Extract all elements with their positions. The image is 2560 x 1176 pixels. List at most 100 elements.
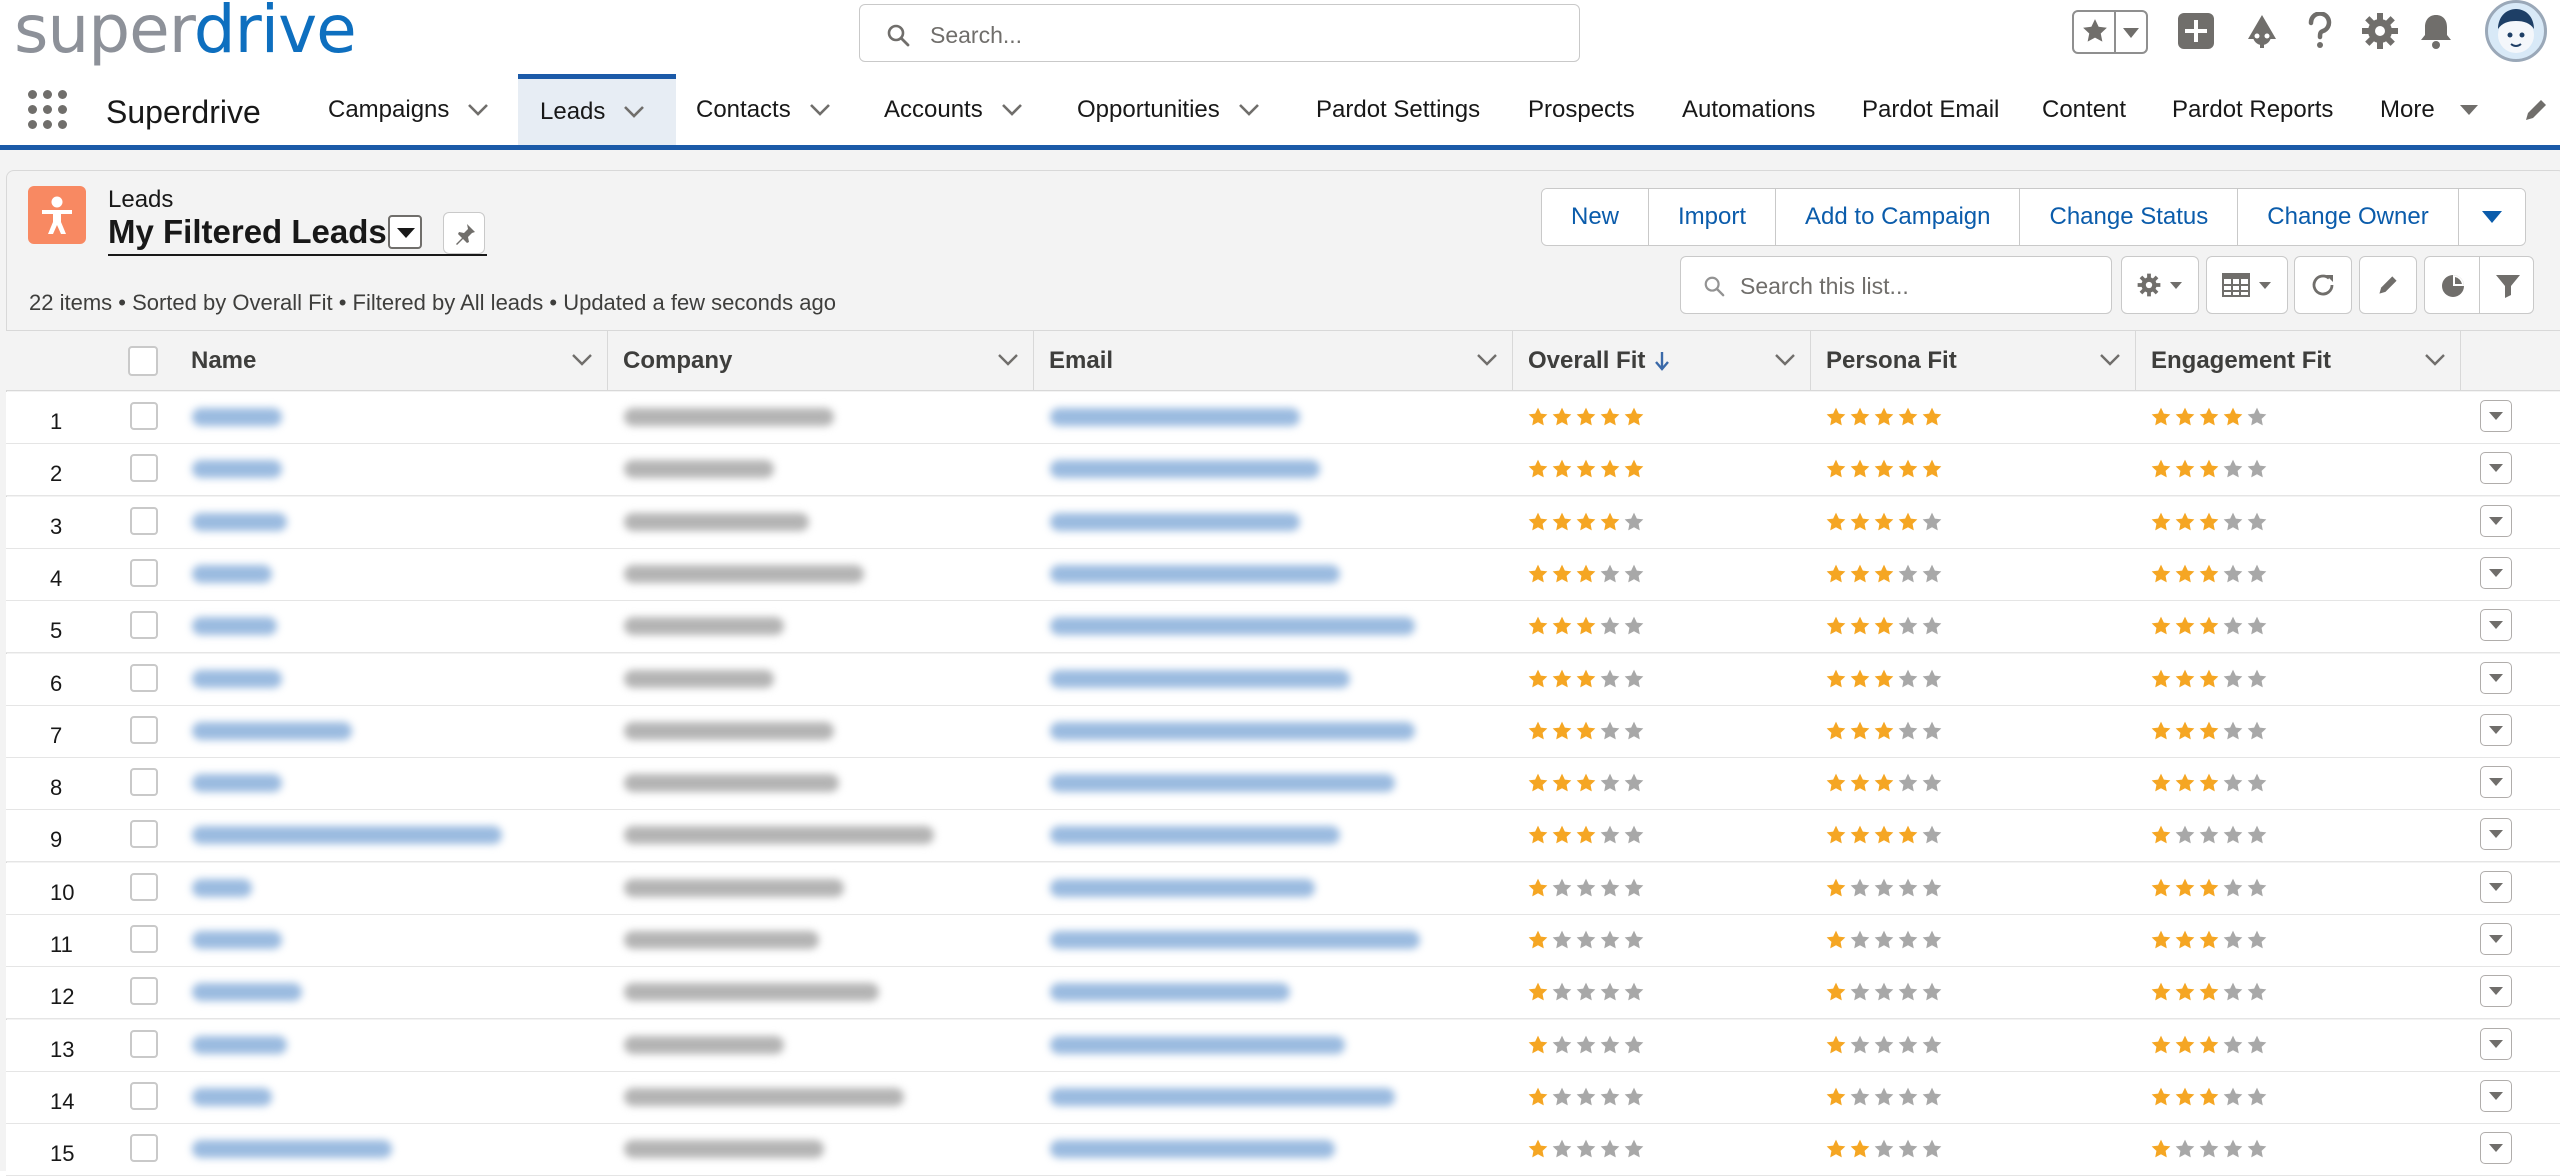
column-header-overall-fit[interactable]: Overall Fit — [1513, 331, 1811, 391]
row-checkbox[interactable] — [130, 1081, 158, 1110]
chevron-down-icon[interactable] — [1774, 353, 1796, 367]
row-checkbox[interactable] — [130, 715, 158, 744]
email-link[interactable] — [1050, 1035, 1345, 1054]
chevron-down-icon[interactable] — [571, 353, 593, 367]
caret-down-icon[interactable] — [2459, 104, 2479, 116]
user-avatar[interactable] — [2485, 0, 2547, 62]
table-row[interactable]: 4 — [6, 548, 2560, 601]
column-header-name[interactable]: Name — [176, 331, 608, 391]
nav-item-automations[interactable]: Automations — [1682, 74, 1815, 145]
global-search-input[interactable]: Search... — [859, 4, 1580, 62]
email-link[interactable] — [1050, 617, 1415, 636]
row-checkbox[interactable] — [130, 663, 158, 692]
row-checkbox[interactable] — [130, 925, 158, 953]
add-icon[interactable] — [2177, 12, 2215, 50]
table-row[interactable]: 12 — [6, 967, 2560, 1020]
row-actions-button[interactable] — [2480, 661, 2512, 694]
notification-bell-icon[interactable] — [2418, 12, 2454, 50]
lead-name-link[interactable] — [192, 774, 282, 793]
lead-name-link[interactable] — [192, 1035, 287, 1054]
row-actions-button[interactable] — [2480, 975, 2512, 1008]
row-checkbox[interactable] — [130, 768, 158, 797]
table-row[interactable]: 14 — [6, 1071, 2560, 1124]
gear-icon[interactable] — [2361, 12, 2399, 50]
nav-item-campaigns[interactable]: Campaigns — [328, 74, 489, 145]
email-link[interactable] — [1050, 512, 1300, 531]
row-actions-button[interactable] — [2480, 870, 2512, 903]
table-row[interactable]: 6 — [6, 653, 2560, 706]
edit-nav-pencil-icon[interactable] — [2522, 96, 2550, 124]
chevron-down-icon[interactable] — [1238, 103, 1260, 117]
table-row[interactable]: 5 — [6, 601, 2560, 654]
table-row[interactable]: 9 — [6, 810, 2560, 863]
email-link[interactable] — [1050, 983, 1290, 1002]
favorites-button[interactable] — [2072, 10, 2148, 54]
column-header-company[interactable]: Company — [608, 331, 1034, 391]
lead-name-link[interactable] — [192, 826, 502, 845]
nav-item-content[interactable]: Content — [2042, 74, 2126, 145]
select-all-checkbox[interactable] — [128, 346, 158, 376]
add-to-campaign-button[interactable]: Add to Campaign — [1776, 189, 2021, 245]
lead-name-link[interactable] — [192, 408, 282, 426]
new-button[interactable]: New — [1542, 189, 1650, 245]
row-actions-button[interactable] — [2480, 556, 2512, 589]
lead-name-link[interactable] — [192, 1087, 272, 1106]
row-checkbox[interactable] — [130, 1134, 158, 1163]
chevron-down-icon[interactable] — [623, 105, 645, 119]
app-launcher-icon[interactable] — [28, 90, 68, 130]
nav-item-contacts[interactable]: Contacts — [696, 74, 831, 145]
table-row[interactable]: 1 — [6, 392, 2560, 444]
row-checkbox[interactable] — [130, 1029, 158, 1058]
pin-list-view-button[interactable] — [443, 212, 485, 254]
nav-item-pardot-email[interactable]: Pardot Email — [1862, 74, 1999, 145]
chevron-down-icon[interactable] — [467, 103, 489, 117]
nav-item-pardot-settings[interactable]: Pardot Settings — [1316, 74, 1480, 145]
row-checkbox[interactable] — [130, 611, 158, 640]
row-checkbox[interactable] — [130, 402, 158, 430]
nav-item-accounts[interactable]: Accounts — [884, 74, 1023, 145]
email-link[interactable] — [1050, 564, 1340, 583]
lead-name-link[interactable] — [192, 512, 287, 531]
email-link[interactable] — [1050, 669, 1350, 688]
email-link[interactable] — [1050, 1087, 1395, 1106]
table-row[interactable]: 11 — [6, 915, 2560, 967]
email-link[interactable] — [1050, 1140, 1335, 1159]
more-actions-button[interactable] — [2458, 189, 2525, 245]
nav-item-opportunities[interactable]: Opportunities — [1077, 74, 1260, 145]
column-header-persona-fit[interactable]: Persona Fit — [1811, 331, 2136, 391]
email-link[interactable] — [1050, 878, 1315, 897]
row-actions-button[interactable] — [2480, 818, 2512, 851]
chevron-down-icon[interactable] — [2099, 353, 2121, 367]
row-checkbox[interactable] — [130, 558, 158, 587]
chevron-down-icon[interactable] — [997, 353, 1019, 367]
email-link[interactable] — [1050, 826, 1340, 845]
lead-name-link[interactable] — [192, 564, 272, 583]
nav-item-more[interactable]: More — [2380, 74, 2479, 145]
column-header-engagement-fit[interactable]: Engagement Fit — [2136, 331, 2461, 391]
table-row[interactable]: 7 — [6, 705, 2560, 758]
lead-name-link[interactable] — [192, 1140, 392, 1159]
inline-edit-button[interactable] — [2359, 256, 2417, 314]
row-actions-button[interactable] — [2480, 400, 2512, 432]
import-button[interactable]: Import — [1649, 189, 1777, 245]
display-as-button[interactable] — [2206, 256, 2288, 314]
help-icon[interactable] — [2305, 12, 2335, 50]
row-actions-button[interactable] — [2480, 1079, 2512, 1112]
row-actions-button[interactable] — [2480, 923, 2512, 955]
table-row[interactable]: 8 — [6, 758, 2560, 811]
table-row[interactable]: 3 — [6, 496, 2560, 549]
row-checkbox[interactable] — [130, 454, 158, 483]
nav-item-prospects[interactable]: Prospects — [1528, 74, 1635, 145]
list-view-picker-button[interactable] — [388, 215, 422, 249]
row-checkbox[interactable] — [130, 506, 158, 535]
table-row[interactable]: 2 — [6, 444, 2560, 497]
pie-chart-icon[interactable] — [2440, 273, 2466, 299]
table-row[interactable]: 10 — [6, 862, 2560, 915]
email-link[interactable] — [1050, 408, 1300, 426]
lead-name-link[interactable] — [192, 878, 252, 897]
nav-item-leads[interactable]: Leads — [518, 74, 676, 145]
nav-item-pardot-reports[interactable]: Pardot Reports — [2172, 74, 2333, 145]
lead-name-link[interactable] — [192, 617, 277, 636]
row-checkbox[interactable] — [130, 872, 158, 901]
list-search-input[interactable]: Search this list... — [1680, 256, 2112, 314]
